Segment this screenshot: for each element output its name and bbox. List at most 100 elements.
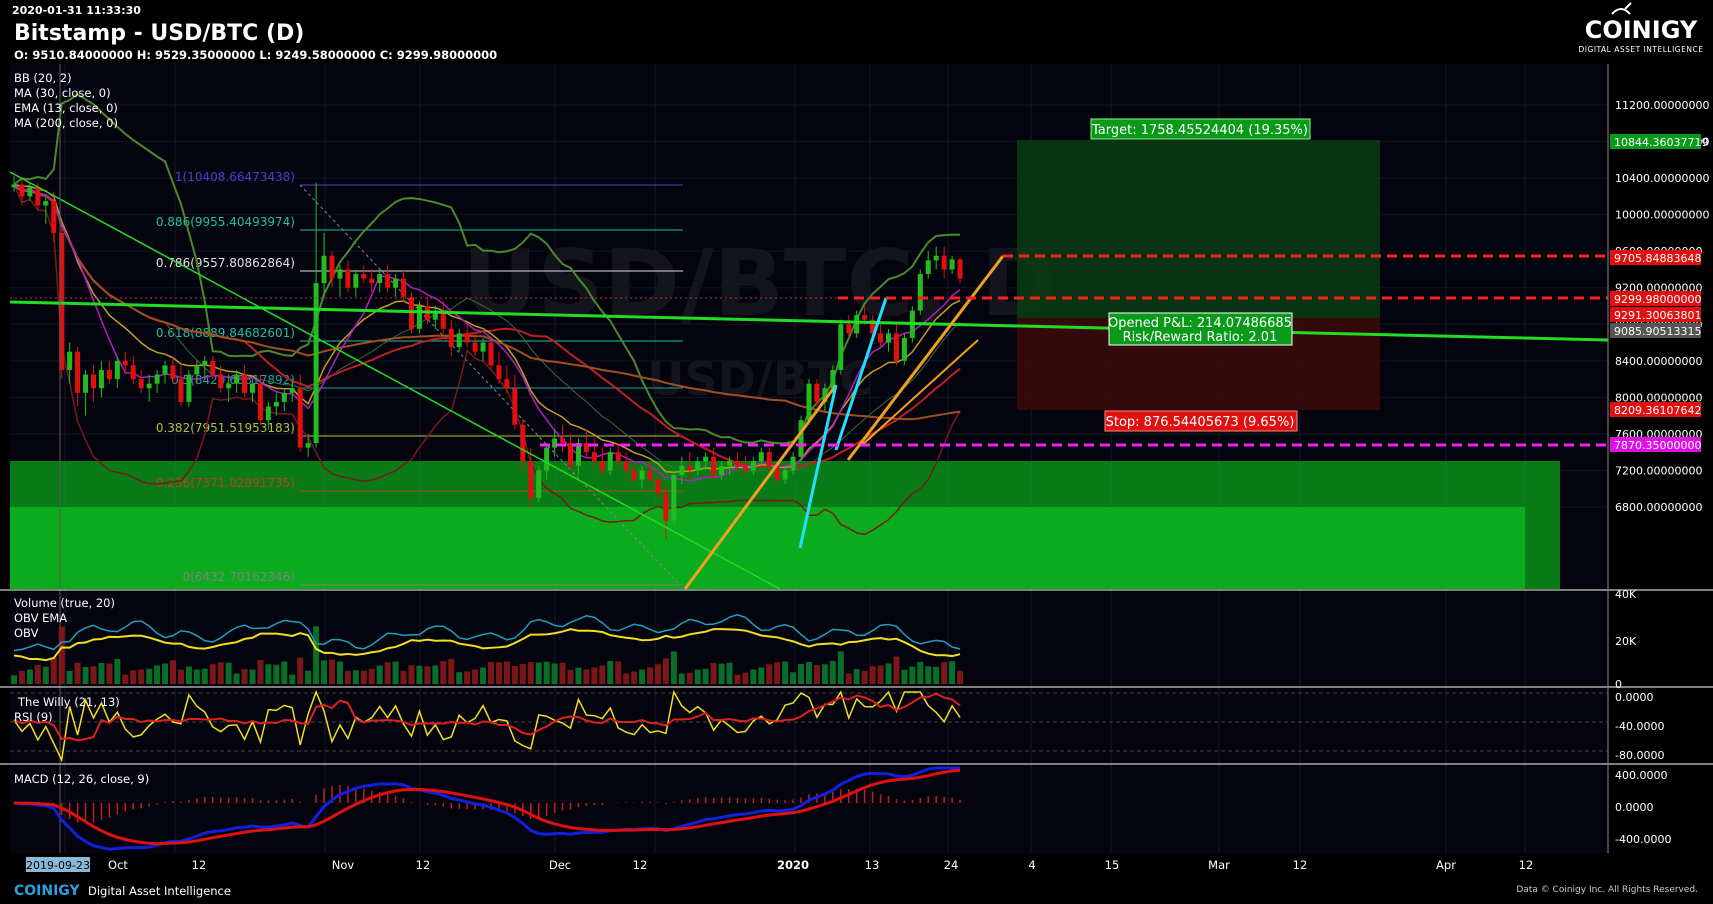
volume-bar-71 — [575, 667, 582, 684]
legend-rsi[interactable]: RSI (9) — [14, 710, 53, 724]
x-tick-12: 12 — [1293, 858, 1308, 872]
volume-bar-17 — [146, 668, 153, 684]
volume-bar-72 — [583, 669, 590, 684]
volume-bar-28 — [233, 673, 240, 684]
volume-bar-2 — [26, 669, 33, 684]
volume-bar-10 — [90, 666, 97, 684]
candle-body-33 — [273, 401, 279, 407]
candle-body-60 — [488, 342, 494, 366]
volume-bar-34 — [281, 661, 288, 684]
candle-body-47 — [385, 274, 391, 288]
target-label[interactable]: Target: 1758.45524404 (19.35%) — [1090, 118, 1311, 140]
candle-body-43 — [353, 274, 359, 288]
candle-body-97 — [782, 470, 788, 480]
volume-bar-60 — [488, 661, 494, 684]
candle-body-41 — [337, 269, 343, 279]
candle-body-55 — [448, 328, 454, 348]
candle-body-118 — [949, 259, 955, 270]
candle-body-0 — [11, 184, 17, 188]
legend-ema13[interactable]: EMA (13, close, 0) — [14, 101, 118, 115]
ohlc-readout: O: 9510.84000000 H: 9529.35000000 L: 924… — [14, 48, 497, 62]
candle-body-27 — [226, 383, 232, 389]
candle-body-14 — [122, 360, 128, 366]
x-start-tag: 2019-09-23 — [26, 859, 90, 872]
legend-obv-ema[interactable]: OBV EMA — [14, 611, 67, 625]
volume-bar-39 — [321, 660, 328, 684]
candle-body-95 — [766, 452, 772, 466]
candle-body-15 — [130, 365, 136, 380]
footer-brand: COINIGY — [14, 883, 80, 899]
volume-bar-0 — [11, 675, 17, 684]
volume-bar-88 — [710, 663, 717, 684]
candle-body-78 — [631, 470, 637, 480]
x-tick-7: 13 — [865, 858, 880, 872]
volume-bar-82 — [662, 658, 669, 684]
candle-body-45 — [369, 278, 375, 284]
stop-label[interactable]: Stop: 876.54405673 (9.65%) — [1104, 410, 1298, 432]
x-tick-0: Oct — [108, 858, 128, 872]
candle-body-80 — [647, 470, 653, 480]
candle-body-107 — [862, 315, 868, 320]
volume-bar-69 — [559, 662, 566, 684]
candle-body-21 — [178, 379, 184, 402]
candle-body-117 — [941, 255, 947, 270]
volume-bar-63 — [511, 666, 518, 684]
volume-bar-91 — [734, 674, 741, 684]
candle-body-64 — [520, 424, 526, 462]
volume-bar-77 — [623, 673, 630, 684]
candle-body-23 — [194, 365, 200, 375]
volume-bar-21 — [177, 669, 184, 684]
legend-obv[interactable]: OBV — [14, 626, 39, 640]
candle-body-4 — [43, 200, 49, 206]
volume-bar-11 — [98, 663, 105, 684]
volume-bar-66 — [535, 662, 542, 684]
volume-bar-73 — [591, 667, 598, 684]
volume-bar-80 — [647, 667, 653, 684]
volume-bar-9 — [82, 667, 89, 684]
candle-body-67 — [544, 447, 550, 471]
candle-body-81 — [655, 479, 661, 494]
candle-body-116 — [933, 255, 939, 261]
volume-bar-76 — [615, 661, 622, 684]
legend-macd[interactable]: MACD (12, 26, close, 9) — [14, 772, 149, 786]
volume-bar-110 — [885, 663, 892, 684]
volume-bar-115 — [925, 666, 932, 684]
rr-text: Risk/Reward Ratio: 2.01 — [1123, 330, 1278, 345]
indicator-tick-2: 0 — [1615, 678, 1622, 691]
x-tick-9: 4 — [1028, 858, 1035, 872]
legend-bb[interactable]: BB (20, 2) — [14, 71, 72, 85]
volume-bar-15 — [130, 670, 137, 684]
volume-bar-44 — [360, 670, 367, 684]
legend-willy[interactable]: The Willy (21, 13) — [17, 695, 120, 709]
volume-bar-19 — [162, 663, 169, 684]
candle-body-44 — [361, 274, 367, 279]
candle-body-109 — [878, 333, 884, 343]
chart-title: Bitstamp - USD/BTC (D) — [14, 21, 304, 46]
volume-bar-45 — [368, 668, 375, 684]
trading-chart[interactable]: USD/BTC, D USD/BTC 1(10408.66473438)0.88… — [0, 0, 1713, 904]
volume-bar-64 — [519, 664, 526, 684]
price-tag-1: 9705.84883648 — [1614, 252, 1701, 265]
candle-body-16 — [138, 379, 144, 389]
candle-body-106 — [854, 315, 860, 334]
candle-body-92 — [742, 465, 748, 471]
candle-body-2 — [27, 187, 33, 197]
pnl-label[interactable]: Opened P&L: 214.07486685 Risk/Reward Rat… — [1108, 312, 1293, 346]
candle-body-86 — [695, 461, 701, 471]
volume-bar-98 — [790, 672, 797, 684]
legend-ma30[interactable]: MA (30, close, 0) — [14, 86, 111, 100]
legend-ma200[interactable]: MA (200, close, 0) — [14, 116, 118, 130]
volume-bar-52 — [424, 666, 431, 684]
x-tick-1: 12 — [192, 858, 207, 872]
volume-bar-113 — [909, 666, 916, 684]
fib-label-0: 1(10408.66473438) — [175, 170, 295, 184]
price-tick-11: 6800.00000000 — [1615, 501, 1702, 514]
candle-body-25 — [210, 360, 216, 375]
candle-body-101 — [814, 383, 820, 402]
volume-bar-119 — [957, 670, 964, 684]
legend-volume[interactable]: Volume (true, 20) — [14, 596, 115, 610]
fib-label-7: 0(6432.70162346) — [183, 570, 295, 584]
candle-body-22 — [186, 374, 192, 402]
candle-body-87 — [703, 456, 709, 462]
candle-body-75 — [607, 452, 613, 471]
